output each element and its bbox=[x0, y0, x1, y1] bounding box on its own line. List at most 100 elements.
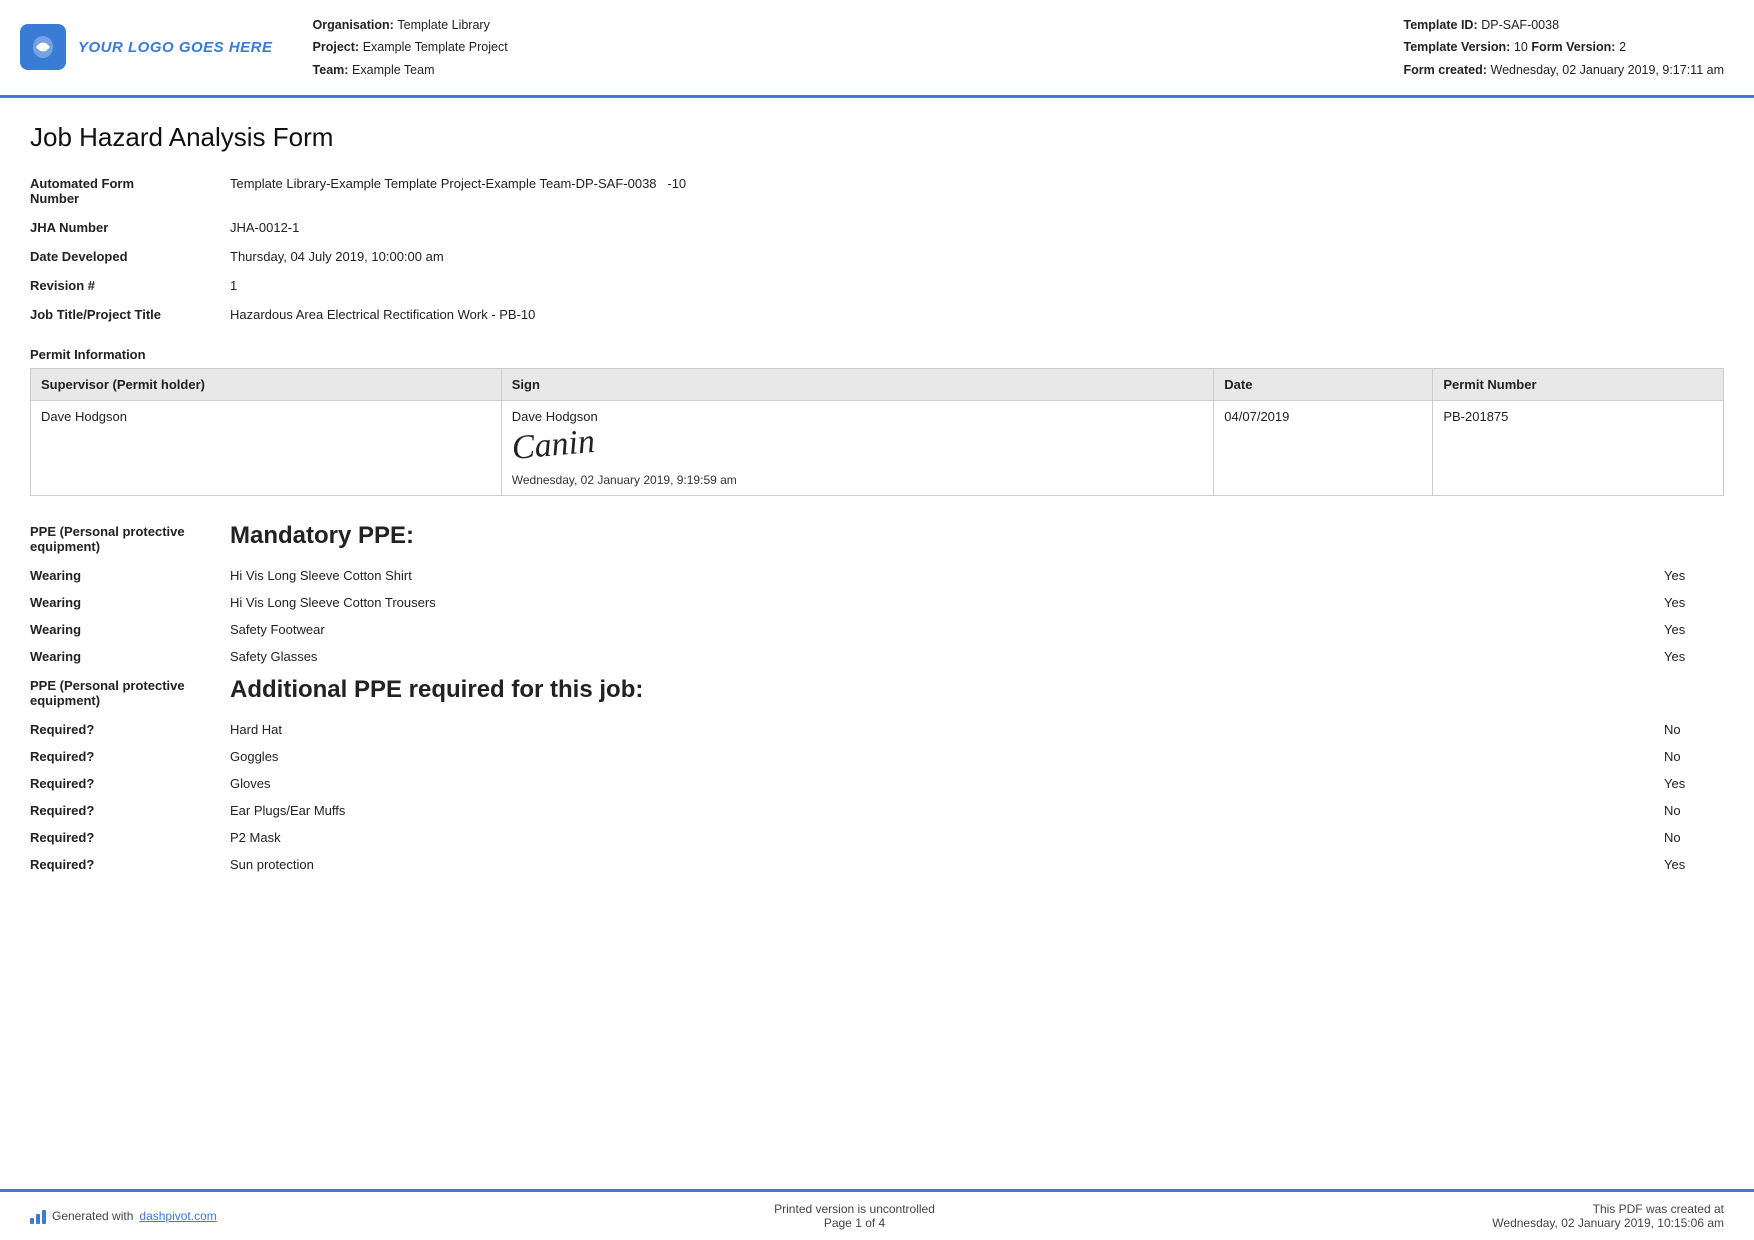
ppe-req-label-3: Required? bbox=[30, 797, 230, 824]
table-row: Dave Hodgson Dave Hodgson Canin Wednesda… bbox=[31, 400, 1724, 495]
footer-right: This PDF was created at Wednesday, 02 Ja… bbox=[1492, 1202, 1724, 1230]
template-id-label: Template ID: bbox=[1404, 18, 1478, 32]
ppe-row-content-0: Hi Vis Long Sleeve Cotton Shirt Yes bbox=[230, 562, 1724, 589]
ppe-row-content-3: Safety Glasses Yes bbox=[230, 643, 1724, 670]
ppe-mandatory-section: PPE (Personal protectiveequipment) Manda… bbox=[30, 516, 1724, 878]
footer-left: Generated with dashpivot.com bbox=[30, 1208, 217, 1224]
ppe-req-content-2: Gloves Yes bbox=[230, 770, 1724, 797]
field-value-job-title: Hazardous Area Electrical Rectification … bbox=[230, 300, 1724, 329]
permit-table: Supervisor (Permit holder) Sign Date Per… bbox=[30, 368, 1724, 496]
footer: Generated with dashpivot.com Printed ver… bbox=[0, 1189, 1754, 1240]
ppe-req-name-4: P2 Mask bbox=[230, 830, 1664, 845]
ppe-item-name-1: Hi Vis Long Sleeve Cotton Trousers bbox=[230, 595, 1664, 610]
ppe-req-value-4: No bbox=[1664, 830, 1724, 845]
project-label: Project: bbox=[313, 40, 360, 54]
header-right: Template ID: DP-SAF-0038 Template Versio… bbox=[1404, 14, 1724, 81]
template-version-label: Template Version: bbox=[1404, 40, 1511, 54]
project-value: Example Template Project bbox=[363, 40, 508, 54]
ppe-additional-header: Additional PPE required for this job: bbox=[230, 670, 1724, 716]
ppe-item-name-3: Safety Glasses bbox=[230, 649, 1664, 664]
permit-section-label: Permit Information bbox=[30, 347, 1724, 362]
project-line: Project: Example Template Project bbox=[313, 36, 1364, 58]
ppe-row-content-2: Safety Footwear Yes bbox=[230, 616, 1724, 643]
form-fields: Automated FormNumber Template Library-Ex… bbox=[30, 169, 1724, 329]
ppe-req-content-0: Hard Hat No bbox=[230, 716, 1724, 743]
ppe-req-value-5: Yes bbox=[1664, 857, 1724, 872]
table-header-permit: Permit Number bbox=[1433, 368, 1724, 400]
footer-right-line2: Wednesday, 02 January 2019, 10:15:06 am bbox=[1492, 1216, 1724, 1230]
template-version-value: 10 bbox=[1514, 40, 1528, 54]
ppe-item-name-2: Safety Footwear bbox=[230, 622, 1664, 637]
ppe-req-value-2: Yes bbox=[1664, 776, 1724, 791]
table-cell-supervisor: Dave Hodgson bbox=[31, 400, 502, 495]
field-value-auto-form: Template Library-Example Template Projec… bbox=[230, 169, 1724, 213]
dashpivot-icon bbox=[30, 1208, 46, 1224]
field-label-auto-form: Automated FormNumber bbox=[30, 169, 230, 213]
ppe-req-name-1: Goggles bbox=[230, 749, 1664, 764]
logo-area: YOUR LOGO GOES HERE bbox=[20, 14, 273, 81]
footer-center-line1: Printed version is uncontrolled bbox=[774, 1202, 935, 1216]
signature-timestamp: Wednesday, 02 January 2019, 9:19:59 am bbox=[512, 473, 1204, 487]
ppe-req-name-0: Hard Hat bbox=[230, 722, 1664, 737]
logo-text: YOUR LOGO GOES HERE bbox=[78, 39, 273, 56]
footer-center-line2: Page 1 of 4 bbox=[774, 1216, 935, 1230]
ppe-row-content-1: Hi Vis Long Sleeve Cotton Trousers Yes bbox=[230, 589, 1724, 616]
template-id-line: Template ID: DP-SAF-0038 bbox=[1404, 14, 1724, 36]
footer-center: Printed version is uncontrolled Page 1 o… bbox=[774, 1202, 935, 1230]
logo-icon bbox=[20, 24, 66, 70]
form-created-value: Wednesday, 02 January 2019, 9:17:11 am bbox=[1491, 63, 1725, 77]
field-label-jha: JHA Number bbox=[30, 213, 230, 242]
header: YOUR LOGO GOES HERE Organisation: Templa… bbox=[0, 0, 1754, 98]
ppe-req-content-4: P2 Mask No bbox=[230, 824, 1724, 851]
form-title: Job Hazard Analysis Form bbox=[30, 122, 1724, 153]
version-line: Template Version: 10 Form Version: 2 bbox=[1404, 36, 1724, 58]
ppe-row-label-0: Wearing bbox=[30, 562, 230, 589]
ppe-row-label-3: Wearing bbox=[30, 643, 230, 670]
ppe-req-label-5: Required? bbox=[30, 851, 230, 878]
footer-right-line1: This PDF was created at bbox=[1492, 1202, 1724, 1216]
field-value-revision: 1 bbox=[230, 271, 1724, 300]
form-version-label: Form Version: bbox=[1531, 40, 1615, 54]
table-cell-permit-number: PB-201875 bbox=[1433, 400, 1724, 495]
ppe-req-value-1: No bbox=[1664, 749, 1724, 764]
header-meta: Organisation: Template Library Project: … bbox=[313, 14, 1364, 81]
ppe-row-label-2: Wearing bbox=[30, 616, 230, 643]
form-created-line: Form created: Wednesday, 02 January 2019… bbox=[1404, 59, 1724, 81]
ppe-mandatory-label: PPE (Personal protectiveequipment) bbox=[30, 516, 230, 562]
field-value-date: Thursday, 04 July 2019, 10:00:00 am bbox=[230, 242, 1724, 271]
form-created-label: Form created: bbox=[1404, 63, 1487, 77]
ppe-req-value-3: No bbox=[1664, 803, 1724, 818]
footer-generated-text: Generated with bbox=[52, 1209, 133, 1223]
ppe-item-value-0: Yes bbox=[1664, 568, 1724, 583]
team-value: Example Team bbox=[352, 63, 434, 77]
ppe-req-content-1: Goggles No bbox=[230, 743, 1724, 770]
footer-link[interactable]: dashpivot.com bbox=[139, 1209, 216, 1223]
ppe-req-content-5: Sun protection Yes bbox=[230, 851, 1724, 878]
table-header-supervisor: Supervisor (Permit holder) bbox=[31, 368, 502, 400]
table-cell-date: 04/07/2019 bbox=[1214, 400, 1433, 495]
ppe-row-label-1: Wearing bbox=[30, 589, 230, 616]
ppe-req-label-2: Required? bbox=[30, 770, 230, 797]
ppe-req-name-3: Ear Plugs/Ear Muffs bbox=[230, 803, 1664, 818]
main-content: Job Hazard Analysis Form Automated FormN… bbox=[0, 98, 1754, 1189]
ppe-item-value-1: Yes bbox=[1664, 595, 1724, 610]
field-label-revision: Revision # bbox=[30, 271, 230, 300]
team-label: Team: bbox=[313, 63, 349, 77]
field-label-date: Date Developed bbox=[30, 242, 230, 271]
ppe-item-name-0: Hi Vis Long Sleeve Cotton Shirt bbox=[230, 568, 1664, 583]
org-value: Template Library bbox=[397, 18, 489, 32]
field-label-job-title: Job Title/Project Title bbox=[30, 300, 230, 329]
template-id-value: DP-SAF-0038 bbox=[1481, 18, 1559, 32]
table-header-date: Date bbox=[1214, 368, 1433, 400]
org-label: Organisation: bbox=[313, 18, 394, 32]
ppe-req-label-1: Required? bbox=[30, 743, 230, 770]
ppe-req-label-0: Required? bbox=[30, 716, 230, 743]
ppe-additional-label: PPE (Personal protectiveequipment) bbox=[30, 670, 230, 716]
org-line: Organisation: Template Library bbox=[313, 14, 1364, 36]
ppe-req-label-4: Required? bbox=[30, 824, 230, 851]
ppe-req-name-2: Gloves bbox=[230, 776, 1664, 791]
field-value-jha: JHA-0012-1 bbox=[230, 213, 1724, 242]
ppe-req-content-3: Ear Plugs/Ear Muffs No bbox=[230, 797, 1724, 824]
ppe-item-value-2: Yes bbox=[1664, 622, 1724, 637]
team-line: Team: Example Team bbox=[313, 59, 1364, 81]
